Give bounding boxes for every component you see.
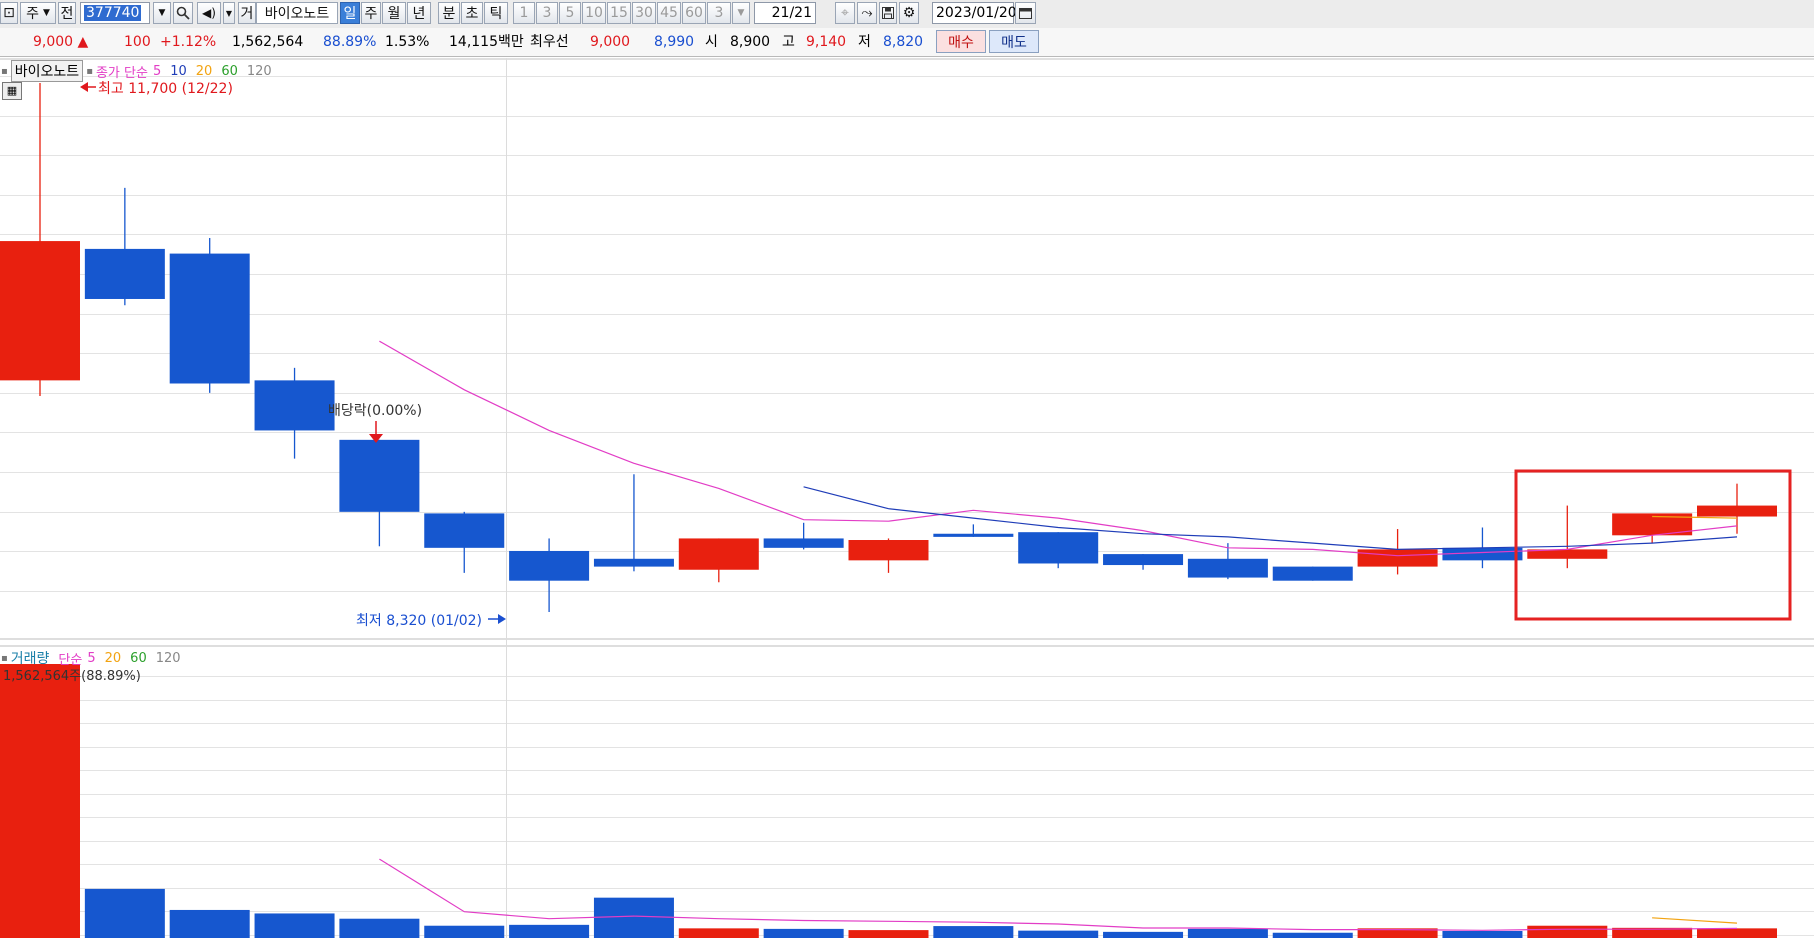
volume-handle-icon[interactable]: ▪ xyxy=(1,653,8,664)
volume-bar xyxy=(933,926,1014,938)
volume-legend-ma60[interactable]: 60 xyxy=(130,651,147,666)
high-annotation: 최고 11,700 (12/22) xyxy=(98,81,233,97)
volume-bar xyxy=(1272,932,1353,938)
low-annotation: 최저 8,320 (01/02) xyxy=(356,613,483,629)
volume-bar xyxy=(1527,925,1608,938)
candle-body xyxy=(84,248,165,299)
volume-bar xyxy=(1018,930,1099,938)
volume-bar xyxy=(424,925,505,938)
low-arrow-icon xyxy=(498,614,506,624)
volume-bar xyxy=(0,664,80,938)
candle-body xyxy=(1018,532,1099,564)
panel-handle-icon[interactable]: ▪ xyxy=(1,66,8,77)
volume-bar xyxy=(254,913,335,938)
volume-bar xyxy=(1187,928,1268,938)
volume-bar xyxy=(678,928,759,938)
first-volume-label: 1,562,564주(88.89%) xyxy=(3,669,141,684)
volume-bars xyxy=(0,664,1777,938)
candle-body xyxy=(339,439,420,512)
candle-body xyxy=(254,380,335,431)
candle-body xyxy=(678,538,759,570)
volume-bar xyxy=(339,918,420,938)
chart-grid xyxy=(0,58,1814,938)
candle-body xyxy=(593,558,674,567)
volume-bar xyxy=(1442,930,1523,938)
candle-body xyxy=(424,513,505,548)
legend-ma120[interactable]: 120 xyxy=(247,64,272,79)
volume-bar xyxy=(593,897,674,938)
volume-ma5-line xyxy=(379,858,1738,931)
volume-legend-ma20[interactable]: 20 xyxy=(105,651,122,666)
volume-legend-ma120[interactable]: 120 xyxy=(156,651,181,666)
candle-body xyxy=(1103,554,1184,566)
candle-body xyxy=(933,533,1014,537)
volume-bar xyxy=(84,888,165,938)
volume-bar xyxy=(1103,931,1184,938)
ma10-line xyxy=(803,486,1738,551)
dividend-annotation: 배당락(0.00%) xyxy=(328,403,423,419)
candle-body xyxy=(509,550,590,581)
ma5-line xyxy=(379,340,1738,557)
grid-toggle-icon[interactable]: ▦ xyxy=(2,82,22,100)
candle-body xyxy=(763,538,844,548)
highlight-box xyxy=(1514,469,1792,621)
volume-bar xyxy=(169,909,250,938)
legend-ma60[interactable]: 60 xyxy=(221,64,238,79)
volume-bar xyxy=(509,924,590,938)
candle-body xyxy=(1272,566,1353,581)
high-arrow-icon xyxy=(80,82,88,92)
legend-ma5[interactable]: 5 xyxy=(153,64,161,79)
candle-body xyxy=(169,253,250,384)
candle-body xyxy=(1697,505,1777,517)
volume-bar xyxy=(763,928,844,938)
candle-body xyxy=(848,540,929,561)
volume-bar xyxy=(848,930,929,938)
candlesticks xyxy=(0,83,1777,612)
candle-body xyxy=(1357,549,1438,567)
volume-bar xyxy=(1697,928,1777,938)
legend-handle-icon[interactable]: ▪ xyxy=(86,66,93,77)
volume-legend-ma5[interactable]: 5 xyxy=(87,651,95,666)
stock-chart xyxy=(0,58,1814,938)
candle-body xyxy=(0,241,80,381)
legend-ma20[interactable]: 20 xyxy=(196,64,213,79)
legend-ma10[interactable]: 10 xyxy=(170,64,187,79)
stock-name-tag[interactable]: 바이오노트 xyxy=(10,60,84,82)
candle-body xyxy=(1187,558,1268,578)
volume-ma20-line xyxy=(1652,917,1738,924)
